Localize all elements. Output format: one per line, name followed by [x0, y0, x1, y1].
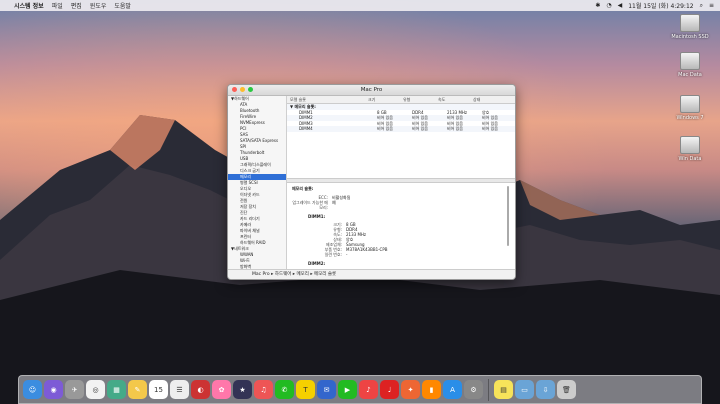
menu-edit[interactable]: 편집 — [71, 1, 82, 10]
table-row[interactable]: DIMM4 비어 있음 비어 있음 비어 있음 비어 있음 — [287, 126, 515, 132]
dock: ☺ ◉ ✈ ◎ ▦ ✎ 15 ☰ ◐ ✿ ★ ♫ ✆ T ✉ ▶ ♪ ♩ ✦ ▮ A ⚙ ▤ ▭ ⇩ 🗑 — [18, 375, 702, 404]
calendar-icon[interactable]: 15 — [149, 380, 168, 399]
imovie-icon[interactable]: ★ — [233, 380, 252, 399]
detail-value: M378A1K43BB1-CPB — [346, 247, 388, 252]
notification-icon[interactable]: ≡ — [709, 2, 714, 9]
system-prefs-icon[interactable]: ⚙ — [464, 380, 483, 399]
wifi-icon[interactable]: ◔ — [606, 2, 611, 9]
ituns-icon[interactable]: ♫ — [254, 380, 273, 399]
siri-icon[interactable]: ◉ — [44, 380, 63, 399]
table-cell: 비어 있음 — [412, 126, 428, 131]
desktop-icon-windows-7[interactable]: Windows 7 — [660, 95, 720, 121]
finder-icon[interactable]: ☺ — [23, 380, 42, 399]
breadcrumb: Mac Pro ▸ 하드웨어 ▸ 메모리 ▸ 메모리 슬롯 — [228, 269, 515, 279]
dock-separator — [488, 378, 489, 401]
detail-key: 일련 번호: — [324, 252, 342, 257]
reminders-icon[interactable]: ☰ — [170, 380, 189, 399]
notes-icon[interactable]: ✎ — [128, 380, 147, 399]
desktop-icon-win-data[interactable]: Win Data — [660, 136, 720, 162]
detail-value: 예 — [332, 200, 336, 205]
system-info-window: Mac Pro ▼하드웨어 ATA Bluetooth FireWire NVMExpr… — [227, 84, 516, 280]
desktop-icon-macintosh-ssd[interactable]: Macintosh SSD — [660, 14, 720, 40]
menu-app-name[interactable]: 시스템 정보 — [14, 1, 44, 10]
dimm1-heading: DIMM1: — [308, 214, 326, 219]
window-titlebar[interactable]: Mac Pro — [228, 85, 515, 96]
messages-icon[interactable]: ✉ — [317, 380, 336, 399]
table-cell: 비어 있음 — [482, 126, 498, 131]
preview-icon[interactable]: ▦ — [107, 380, 126, 399]
minimize-icon[interactable] — [240, 87, 245, 92]
trash-icon[interactable]: 🗑 — [557, 380, 576, 399]
detail-key: 업그레이드 가능한 메모리: — [292, 200, 328, 210]
volume-icon[interactable]: ◀ — [618, 2, 623, 9]
menu-help[interactable]: 도움말 — [114, 1, 131, 10]
table-cell: DIMM4 — [299, 126, 313, 131]
table-body: DIMM1 8 GB DDR4 2133 MHz 양호 DIMM2 비어 있음 비어 있음 비어… — [287, 110, 515, 132]
chrome-icon[interactable]: ◎ — [86, 380, 105, 399]
column-header[interactable]: 유형 — [403, 96, 438, 103]
menu-file[interactable]: 파일 — [52, 1, 63, 10]
folder-icon[interactable]: ▭ — [515, 380, 534, 399]
hard-disk-icon — [680, 136, 700, 154]
detail-pane: 메모리 슬롯: ECC: 비활성화됨 업그레이드 가능한 메모리: 예 DIMM1:… — [287, 182, 515, 270]
content-pane: 모델 슬롯 크기 유형 속도 상태 ▼ 메모리 슬롯: DIMM1 8 GB DDR… — [287, 96, 515, 270]
spotlight-icon[interactable]: ⌕ — [700, 2, 703, 10]
photos-icon[interactable]: ✿ — [212, 380, 231, 399]
detail-heading: 메모리 슬롯: — [292, 186, 314, 191]
column-header[interactable]: 속도 — [438, 96, 473, 103]
downloads-icon[interactable]: ⇩ — [536, 380, 555, 399]
appstore-icon[interactable]: A — [443, 380, 462, 399]
facetime-icon[interactable]: ✆ — [275, 380, 294, 399]
table-cell: 비어 있음 — [447, 126, 463, 131]
launchpad-icon[interactable]: ✈ — [65, 380, 84, 399]
close-icon[interactable] — [232, 87, 237, 92]
window-title: Mac Pro — [360, 87, 383, 93]
stickies-icon[interactable]: ▤ — [494, 380, 513, 399]
table-cell: 비어 있음 — [377, 126, 393, 131]
hard-disk-icon — [680, 52, 700, 70]
photo-booth-icon[interactable]: ◐ — [191, 380, 210, 399]
game-icon[interactable]: ✦ — [401, 380, 420, 399]
status-area: ✱ ◔ ◀ 11월 15일 (화) 4:29:12 ⌕ ≡ — [595, 1, 714, 11]
detail-value: - — [346, 252, 348, 257]
ibooks-icon[interactable]: ▮ — [422, 380, 441, 399]
hard-disk-icon — [680, 14, 700, 32]
sidebar: ▼하드웨어 ATA Bluetooth FireWire NVMExpress PCI SA… — [228, 96, 287, 270]
music-icon[interactable]: ♪ — [359, 380, 378, 399]
detail-pair: 일련 번호: - — [306, 252, 510, 257]
desktop-icon-mac-data[interactable]: Mac Data — [660, 52, 720, 78]
column-header[interactable]: 모델 슬롯 — [287, 96, 368, 103]
kakaotalk-icon[interactable]: T — [296, 380, 315, 399]
clock[interactable]: 11월 15일 (화) 4:29:12 — [628, 1, 693, 10]
zoom-icon[interactable] — [248, 87, 253, 92]
facetime-video-icon[interactable]: ▶ — [338, 380, 357, 399]
scrollbar[interactable] — [507, 186, 509, 246]
netease-icon[interactable]: ♩ — [380, 380, 399, 399]
menu-window[interactable]: 윈도우 — [90, 1, 107, 10]
dimm2-heading: DIMM2: — [308, 261, 326, 266]
column-header[interactable]: 상태 — [473, 96, 503, 103]
table-header: 모델 슬롯 크기 유형 속도 상태 — [287, 96, 515, 104]
bluetooth-icon[interactable]: ✱ — [595, 2, 600, 9]
hard-disk-icon — [680, 95, 700, 113]
menu-bar: 시스템 정보 파일 편집 윈도우 도움말 ✱ ◔ ◀ 11월 15일 (화) 4… — [0, 0, 720, 11]
column-header[interactable]: 크기 — [368, 96, 403, 103]
